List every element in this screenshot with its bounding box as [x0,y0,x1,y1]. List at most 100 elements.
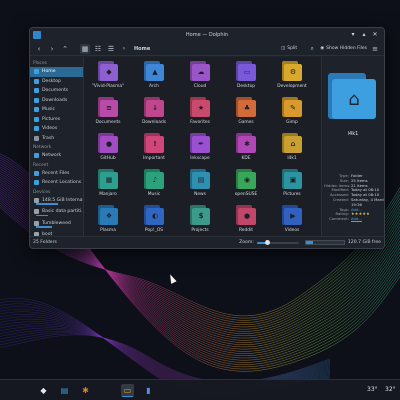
folder-item[interactable]: ▭ Desktop [225,61,267,96]
add-link[interactable]: Add... [351,217,384,222]
folder-label: Arch [149,84,159,89]
split-icon: ◫ [280,46,286,51]
compact-view-button[interactable]: ☷ [93,44,103,54]
folder-item[interactable]: ↓ Downloads [133,97,175,132]
settings-task-button[interactable]: ✱ [79,384,92,397]
sidebar-section-title: Recent [33,162,49,168]
place-icon [34,209,39,215]
sidebar-item-label: Videos [42,126,58,132]
folder-label: Desktop [236,84,256,89]
sidebar-item-home[interactable]: Home [30,67,83,77]
cpu-temperature: 33° [367,386,378,393]
sidebar-item-desktop[interactable]: Desktop [30,77,83,87]
sidebar-item-label: Recent Files [42,170,70,176]
folder-item[interactable]: ▲ Arch [133,61,175,96]
disk-usage-bar [304,240,345,245]
up-button[interactable]: ⌃ [60,44,70,54]
show-hidden-files-button[interactable]: ◉ Show Hidden Files [320,46,367,51]
folder-item[interactable]: ▶ Videos [271,205,313,240]
folder-item[interactable]: $ Projects [179,205,221,240]
folder-item[interactable]: ☁ Cloud [179,61,221,96]
folder-icon: ↓ [144,97,164,117]
folder-item[interactable]: ◆ "Vivid-Plasma" [87,61,129,96]
folder-item[interactable]: ≡ Documents [87,97,129,132]
folder-item[interactable]: ▤ News [179,169,221,204]
app-launcher-icon: ◆ [40,386,47,395]
folder-item[interactable]: ★ Favorites [179,97,221,132]
split-button[interactable]: ◫ Split [281,46,297,51]
folder-item[interactable]: ♪ Music [133,169,175,204]
details-key: Comment: [329,216,349,222]
folder-item[interactable]: ! Important [133,133,175,168]
breadcrumb[interactable]: Home [134,46,150,52]
folder-label: Cloud [193,84,207,89]
sidebar-item-music[interactable]: Music [30,105,83,115]
zoom-slider[interactable] [256,239,299,245]
sidebar-item-recent-files[interactable]: Recent Files [30,169,83,179]
place-icon [34,88,39,94]
zoom-slider-handle[interactable] [264,239,270,245]
forward-button[interactable]: › [47,44,57,54]
split-label: Split [287,46,298,51]
folder-item[interactable]: ✒ Inkscape [179,133,221,168]
settings-icon: ✱ [82,386,89,395]
folder-item[interactable]: ♣ Games [225,97,267,132]
sidebar-item-videos[interactable]: Videos [30,124,83,134]
sidebar-item-label: Tumbleweed [42,220,71,226]
sidebar-item-trash[interactable]: Trash [30,134,83,144]
folder-item[interactable]: ◐ Pop!_OS [133,205,175,240]
folder-item[interactable]: ● Reddit [225,205,267,240]
folder-item[interactable]: ● GitHub [87,133,129,168]
folder-label: l4k1 [287,156,297,161]
details-view-button[interactable]: ☰ [106,44,116,54]
folder-item[interactable]: ❖ Plasma [87,205,129,240]
chevron-left-icon: ‹ [37,44,41,53]
sidebar-item-recent-locations[interactable]: Recent Locations [30,178,83,188]
folder-item[interactable]: ⚙ Development [271,61,313,96]
folder-item[interactable]: ✱ KDE [225,133,267,168]
sidebar-item-downloads[interactable]: Downloads [30,96,83,106]
search-button[interactable]: ⌕ [307,44,317,54]
folder-item[interactable]: ◉ openSUSE [225,169,267,204]
title-bar[interactable]: Home — Dolphin ▾ ▴ ✕ [30,28,384,42]
folder-label: KDE [241,156,251,161]
icons-view-button[interactable]: ▦ [80,43,90,54]
place-icon [34,170,39,176]
sidebar-item-network[interactable]: Network [30,151,83,161]
device-usage-bar [36,214,48,216]
folder-icon: ♣ [236,97,256,117]
back-button[interactable]: ‹ [34,44,44,54]
sidebar-section-title: Devices [33,189,51,195]
maximize-button[interactable]: ▴ [360,31,368,39]
folder-icon: ● [236,205,256,225]
place-icon [34,135,39,141]
close-button[interactable]: ✕ [371,31,379,39]
file-view[interactable]: ◆ "Vivid-Plasma" ▲ Arch ☁ Cloud ▭ Desktop ⚙ Devel… [83,57,322,236]
menu-button[interactable]: ≡ [370,44,380,54]
home-crumb-icon-button[interactable]: › [119,44,129,54]
folder-item[interactable]: ✎ Gimp [271,97,313,132]
dolphin-task-button[interactable]: ▭ [121,384,134,397]
status-bar: 25 Folders Zoom: 120.7 GiB free [30,236,384,248]
folder-item[interactable]: ⌂ l4k1 [271,133,313,168]
folder-icon: ✱ [236,133,256,153]
sidebar-item-pictures[interactable]: Pictures [30,115,83,125]
folder-icon: ▣ [282,169,302,189]
konsole-task-button[interactable]: ▮ [142,384,155,397]
sidebar-item-documents[interactable]: Documents [30,86,83,96]
folder-item[interactable]: ▦ Manjaro [87,169,129,204]
app-launcher-task-button[interactable]: ◆ [37,384,50,397]
minimize-button[interactable]: ▾ [349,31,357,39]
clipboard-task-button[interactable]: ▤ [58,384,71,397]
folder-label: News [194,192,206,197]
sidebar-item-label: Documents [42,88,69,94]
folder-item[interactable]: ▣ Pictures [271,169,313,204]
sidebar-section-title: Network [33,145,52,150]
folder-label: Inkscape [190,156,210,161]
folder-label: Plasma [100,228,116,233]
konsole-icon: ▮ [146,386,151,395]
folder-icon: ▤ [190,169,210,189]
chevron-up-icon: ⌃ [62,44,68,53]
folder-icon: ● [98,133,118,153]
place-icon [34,97,39,103]
